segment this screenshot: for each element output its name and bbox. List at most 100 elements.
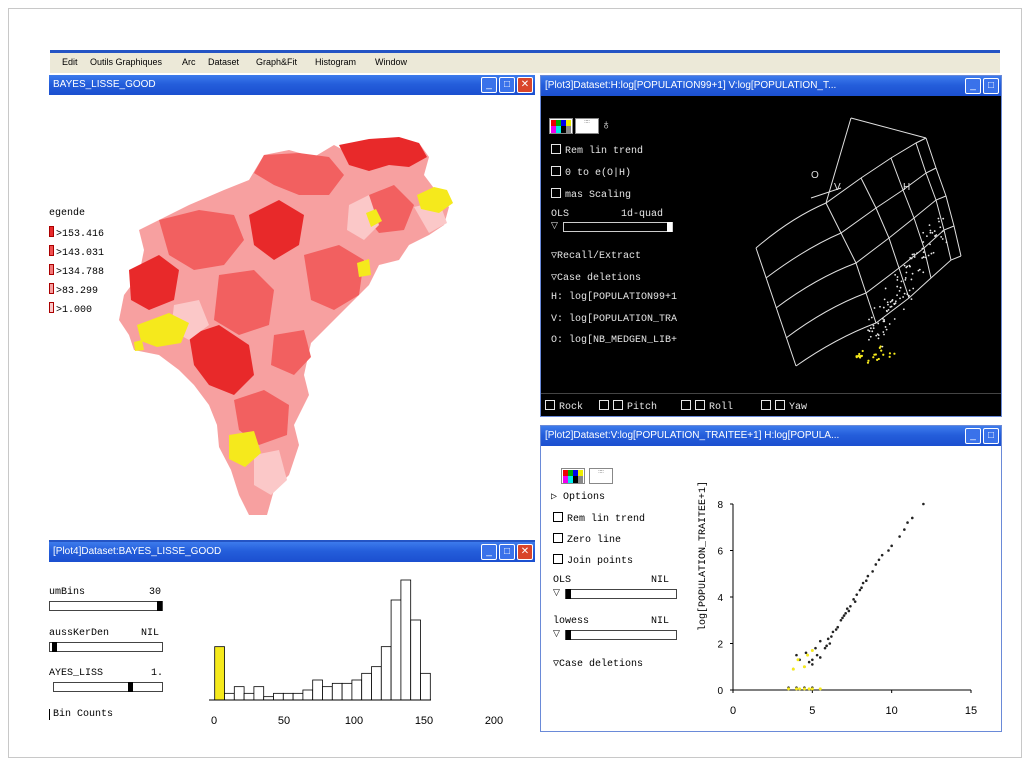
legend-swatch (49, 302, 54, 313)
checkbox-label: Rock (559, 402, 584, 413)
map-window[interactable]: BAYES_LISSE_GOOD _ □ ✕ egende >153.416 >14… (49, 75, 535, 530)
ols-arrow-icon[interactable]: ▽ (551, 220, 558, 231)
histogram-bar (341, 682, 353, 701)
zero-to-e-checkbox[interactable]: 0 to e(O|H) (551, 166, 631, 179)
symbol-palette-icon[interactable]: :::: (575, 118, 599, 134)
zero-line-checkbox[interactable]: Zero line (553, 533, 621, 546)
case-deletions-menu[interactable]: ▽Case deletions (551, 272, 641, 284)
case-deletions-menu[interactable]: ▽Case deletions (553, 658, 643, 670)
plot3-window[interactable]: [Plot3]Dataset:H:log[POPULATION99+1] V:l… (540, 75, 1002, 417)
o-axis-variable[interactable]: O: log[NB_MEDGEN_LIB+ (551, 335, 677, 346)
3d-point (929, 229, 932, 232)
legend-label: >83.299 (56, 286, 99, 297)
lowess-arrow-icon[interactable]: ▽ (553, 628, 560, 639)
choropleth-map[interactable] (49, 95, 535, 530)
histogram-bar (233, 686, 245, 701)
3d-point (935, 234, 938, 236)
bayes-slider[interactable] (53, 682, 163, 692)
legend-item-1: >153.416 (49, 226, 104, 240)
3d-point (882, 331, 885, 333)
mas-scaling-checkbox[interactable]: mas Scaling (551, 188, 631, 201)
menu-dataset[interactable]: Dataset (208, 57, 239, 67)
3d-highlighted-point (861, 349, 864, 353)
plot3-titlebar[interactable]: [Plot3]Dataset:H:log[POPULATION99+1] V:l… (541, 76, 1001, 96)
3d-surface-plot[interactable]: O V H (731, 98, 1001, 398)
plot2-titlebar[interactable]: [Plot2]Dataset:V:log[POPULATION_TRAITEE+… (541, 426, 1001, 446)
yaw-control[interactable]: Yaw (761, 400, 807, 413)
3d-point (872, 327, 875, 330)
plot4-window[interactable]: [Plot4]Dataset:BAYES_LISSE_GOOD _ □ ✕ umBi… (49, 540, 535, 732)
plot2-window[interactable]: [Plot2]Dataset:V:log[POPULATION_TRAITEE+… (540, 425, 1002, 732)
minimize-button[interactable]: _ (965, 78, 981, 94)
menu-arc[interactable]: Arc (182, 57, 196, 67)
ols-slider[interactable] (565, 589, 677, 599)
pitch-control[interactable]: Pitch (599, 400, 657, 413)
3d-point (927, 254, 930, 257)
menu-window[interactable]: Window (375, 57, 407, 67)
maximize-button[interactable]: □ (499, 544, 515, 560)
color-palette-icon[interactable] (549, 118, 573, 134)
3d-highlighted-point (872, 356, 875, 359)
histogram-chart[interactable]: 0 50 100 150 200 (189, 562, 529, 732)
control-label: Yaw (789, 402, 808, 413)
maximize-button[interactable]: □ (499, 77, 515, 93)
highlighted-point (810, 648, 814, 652)
surface-mesh (755, 117, 962, 367)
ols-slider[interactable] (563, 222, 673, 232)
3d-point (900, 280, 903, 283)
options-menu[interactable]: ▷ Options (551, 491, 605, 503)
join-points-checkbox[interactable]: Join points (553, 554, 633, 567)
lowess-slider[interactable] (565, 630, 677, 640)
rem-lin-trend-checkbox[interactable]: Rem lin trend (553, 512, 645, 525)
plot4-titlebar[interactable]: [Plot4]Dataset:BAYES_LISSE_GOOD _ □ ✕ (49, 542, 535, 562)
3d-point (922, 271, 925, 274)
quad-label: 1d-quad (621, 209, 664, 220)
color-palette-icon[interactable] (561, 468, 585, 484)
3d-point (896, 276, 899, 278)
h-axis-variable[interactable]: H: log[POPULATION99+1 (551, 292, 677, 303)
rem-lin-trend-checkbox[interactable]: Rem lin trend (551, 144, 643, 157)
3d-point (908, 294, 910, 297)
scatter-point (871, 570, 874, 573)
3d-point (918, 268, 921, 271)
scatter-point (818, 656, 822, 659)
rock-checkbox[interactable]: Rock (545, 400, 583, 413)
recall-extract-menu[interactable]: ▽Recall/Extract (551, 250, 641, 262)
histogram-axis: 0 50 100 150 200 (209, 699, 503, 727)
roll-control[interactable]: Roll (681, 400, 733, 413)
close-button[interactable]: ✕ (517, 77, 533, 93)
gauss-slider[interactable] (49, 642, 163, 652)
bin-counts-checkbox[interactable]: Bin Counts (49, 709, 113, 720)
control-label: Roll (709, 402, 734, 413)
x-tick-label: 100 (345, 715, 363, 727)
maximize-button[interactable]: □ (983, 428, 999, 444)
menu-graph-fit[interactable]: Graph&Fit (256, 57, 297, 67)
scatter-plot[interactable]: log[POPULATION_TRAITEE+1] 0 2 4 6 8 0 5 10 15 (691, 446, 981, 731)
map-window-titlebar[interactable]: BAYES_LISSE_GOOD _ □ ✕ (49, 75, 535, 95)
menu-outils-graphiques[interactable]: Outils Graphiques (90, 57, 162, 67)
scatter-point (903, 528, 906, 531)
minimize-button[interactable]: _ (965, 428, 981, 444)
symbol-palette-icon[interactable]: :::: (589, 468, 613, 484)
histogram-bar (243, 692, 255, 701)
menu-histogram[interactable]: Histogram (315, 57, 356, 67)
3d-point (886, 301, 889, 304)
3d-point (904, 277, 907, 279)
close-button[interactable]: ✕ (517, 544, 533, 560)
scatter-point (830, 635, 833, 638)
y-tick-label: 8 (717, 500, 723, 511)
v-axis-variable[interactable]: V: log[POPULATION_TRA (551, 314, 677, 325)
scatter-point (906, 521, 909, 524)
surface-label-h: H (903, 182, 910, 193)
3d-point (888, 323, 891, 325)
numbins-slider[interactable] (49, 601, 163, 611)
3d-highlighted-point (880, 349, 883, 352)
menu-label: Recall/Extract (557, 251, 642, 262)
minimize-button[interactable]: _ (481, 544, 497, 560)
brush-icon[interactable]: ♁ (601, 116, 612, 132)
3d-point (929, 243, 931, 246)
minimize-button[interactable]: _ (481, 77, 497, 93)
maximize-button[interactable]: □ (983, 78, 999, 94)
menu-edit[interactable]: Edit (62, 57, 78, 67)
ols-arrow-icon[interactable]: ▽ (553, 587, 560, 598)
